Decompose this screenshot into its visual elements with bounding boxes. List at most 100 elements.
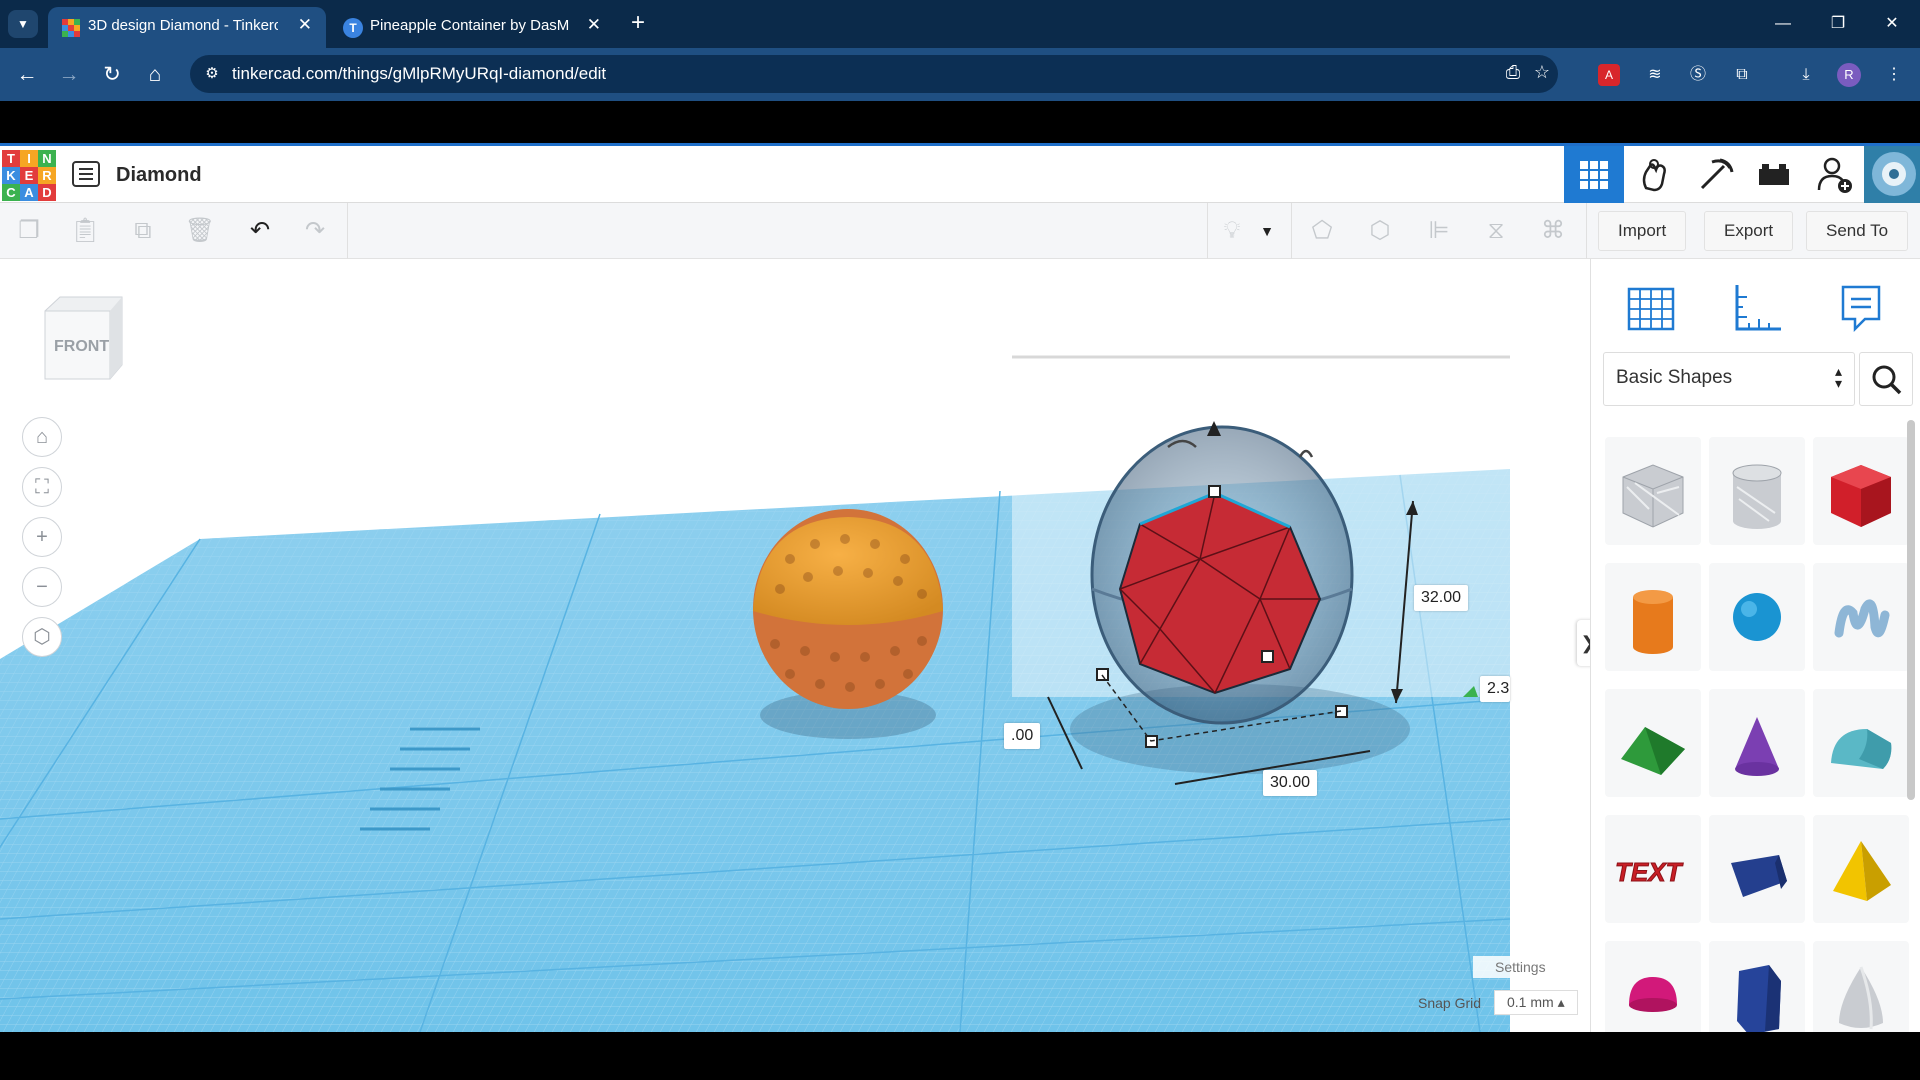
extensions-puzzle-icon[interactable]: ⧉ [1728,61,1756,89]
lego-bricks-button[interactable] [1744,146,1804,203]
shape-box-hole[interactable] [1605,437,1701,545]
workplane-canvas[interactable]: FRONT ⌂ ⛶ + − ⬡ 32.00 30.00 .00 2.3 ❯ Se… [0,259,1590,1032]
paraboloid-icon [1839,966,1883,1030]
hand-gesture-icon [1642,159,1666,192]
tab-search-button[interactable]: ▼ [8,10,38,38]
duplicate-icon[interactable]: ⧉ [126,215,160,247]
back-button[interactable]: ← [12,60,42,90]
text-3d-icon: TEXT [1615,857,1685,888]
snap-grid-select[interactable]: 0.1 mm ▴ [1494,990,1578,1015]
pdf-extension-icon[interactable]: A [1598,64,1620,86]
mirror-icon[interactable]: ⧖ [1479,215,1513,247]
tinkercad-logo[interactable]: T I N K E R C A D [2,150,56,202]
browser-tab-strip: ▼ 3D design Diamond - Tinkercad ✕ T Pine… [0,0,1920,48]
home-view-icon[interactable]: ⌂ [22,417,62,457]
shape-paraboloid[interactable] [1813,941,1909,1032]
reload-button[interactable]: ↻ [97,60,127,90]
shape-cone[interactable] [1709,689,1805,797]
shape-text[interactable]: TEXT [1605,815,1701,923]
ungroup-icon[interactable]: ⬡ [1363,215,1397,247]
copy-icon[interactable]: ❐ [12,215,46,247]
send-to-button[interactable]: Send To [1806,211,1909,251]
zoom-out-icon[interactable]: − [22,567,62,607]
tinkercad-header: T I N K E R C A D Diamond [0,143,1920,203]
fit-view-icon[interactable]: ⛶ [22,467,62,507]
blocks-button[interactable] [1684,146,1744,203]
shape-pyramid[interactable] [1813,815,1909,923]
sim-lab-button[interactable] [1624,146,1684,203]
shape-category-select[interactable]: Basic Shapes ▴ ▾ [1603,352,1855,406]
ruler-icon[interactable] [1727,279,1783,335]
browser-menu-icon[interactable]: ⋮ [1880,61,1908,89]
paste-icon[interactable]: 📋︎ [68,215,102,247]
perspective-icon[interactable]: ⬡ [22,617,62,657]
shape-polygon[interactable] [1709,941,1805,1032]
tab-tinkercad[interactable]: 3D design Diamond - Tinkercad ✕ [48,7,326,48]
width-dimension-label[interactable]: 30.00 [1263,770,1318,796]
logo-letter: C [2,184,20,201]
zoom-in-icon[interactable]: + [22,517,62,557]
redo-icon[interactable]: ↷ [298,215,332,247]
workplane-grid-icon[interactable] [1623,279,1679,335]
profile-avatar[interactable]: R [1837,63,1861,87]
round-roof-icon [1831,729,1892,769]
notes-icon[interactable] [1833,279,1889,335]
export-button[interactable]: Export [1704,211,1794,251]
home-button[interactable]: ⌂ [140,60,170,90]
collapse-panel-button[interactable]: ❯ [1577,620,1590,666]
delete-icon[interactable]: 🗑︎ [183,215,217,247]
toolbar-divider [1291,203,1292,259]
logo-letter: K [2,167,20,184]
box-icon [1831,465,1891,527]
shape-cylinder[interactable] [1605,563,1701,671]
design-list-icon[interactable] [72,161,100,187]
tab-pineapple[interactable]: T Pineapple Container by DasMia ✕ [330,7,615,48]
url-text: tinkercad.com/things/gMlpRMyURqI-diamond… [232,64,607,83]
import-button[interactable]: Import [1598,211,1687,251]
undo-icon[interactable]: ↶ [243,215,277,247]
thingiverse-favicon-icon: T [343,18,363,38]
s-extension-icon[interactable]: Ⓢ [1684,61,1712,89]
workplane-scene[interactable] [0,259,1590,1032]
shape-cylinder-hole[interactable] [1709,437,1805,545]
site-info-icon[interactable]: ⚙ [202,64,222,84]
pickaxe-icon [1700,158,1734,190]
address-bar[interactable]: ⚙ tinkercad.com/things/gMlpRMyURqI-diamo… [190,55,1558,93]
panel-scrollbar[interactable] [1907,420,1915,800]
shapes-panel: Basic Shapes ▴ ▾ TEXT [1590,259,1920,1032]
shape-sphere[interactable] [1709,563,1805,671]
group-icon[interactable]: ⬠ [1305,215,1339,247]
shape-box[interactable] [1813,437,1909,545]
downloads-icon[interactable]: ⤓ [1792,61,1820,89]
new-tab-button[interactable]: + [624,10,652,38]
elevation-dimension-label[interactable]: 2.3 [1480,676,1510,702]
minimize-button[interactable]: — [1763,10,1803,38]
3d-design-view-button[interactable] [1564,146,1624,203]
lightbulb-icon[interactable]: 💡︎ [1215,215,1249,247]
bookmark-star-icon[interactable]: ☆ [1529,62,1555,86]
shape-wedge[interactable] [1709,815,1805,923]
close-window-button[interactable]: ✕ [1872,10,1912,38]
close-tab-icon[interactable]: ✕ [587,15,601,35]
cruise-icon[interactable]: ⌘ [1536,215,1570,247]
shape-scribble[interactable] [1813,563,1909,671]
align-icon[interactable]: ⊫ [1422,215,1456,247]
view-cube[interactable]: FRONT [40,293,126,389]
user-avatar[interactable] [1864,146,1920,203]
forward-button[interactable]: → [54,60,84,90]
invite-user-button[interactable] [1804,146,1864,203]
shape-roof[interactable] [1605,689,1701,797]
shape-search-button[interactable] [1859,352,1913,406]
shape-half-sphere[interactable] [1605,941,1701,1032]
close-tab-icon[interactable]: ✕ [298,15,312,35]
design-title[interactable]: Diamond [116,164,202,187]
height-dimension-label[interactable]: 32.00 [1414,585,1469,611]
shape-round-roof[interactable] [1813,689,1909,797]
caret-down-icon[interactable]: ▼ [1257,215,1277,247]
feed-extension-icon[interactable]: ≋ [1641,61,1669,89]
grid-apps-icon [1580,161,1608,189]
depth-dimension-label[interactable]: .00 [1004,723,1041,749]
install-app-icon[interactable]: ⎙ [1500,62,1526,86]
restore-button[interactable]: ❐ [1818,10,1858,38]
settings-button[interactable]: Settings [1473,956,1568,978]
